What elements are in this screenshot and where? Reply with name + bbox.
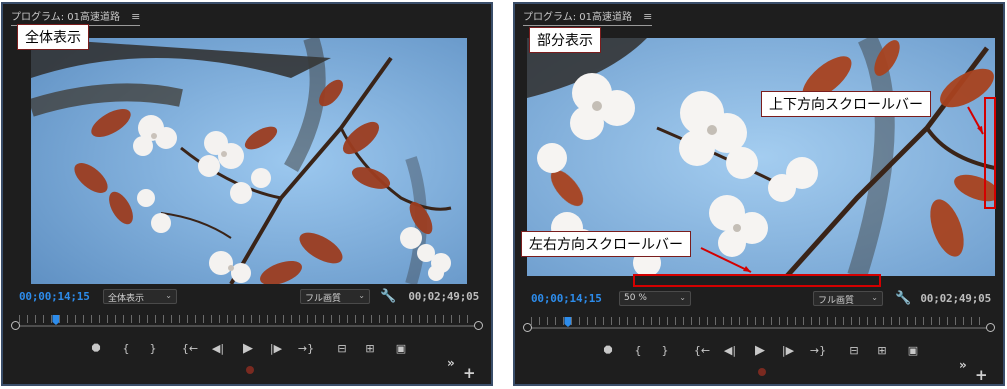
playhead-timecode[interactable]: 00;00;14;15	[19, 290, 90, 303]
extract-button[interactable]: ⊞	[361, 340, 379, 358]
mark-out-button[interactable]: }	[656, 342, 674, 360]
panel-header[interactable]: プログラム: 01高速道路 ≡	[11, 8, 141, 26]
record-dot-icon	[758, 368, 766, 376]
chevron-down-icon: ⌄	[358, 291, 365, 300]
ruler-ticks	[531, 317, 987, 325]
playback-resolution-dropdown[interactable]: フル画質 ⌄	[813, 291, 883, 306]
monitor-controls-row: 00;00;14;15 全体表示 ⌄ フル画質 ⌄ 🔧 00;02;49;05	[3, 287, 491, 307]
more-controls-button[interactable]: »	[447, 356, 455, 370]
step-back-button[interactable]: ◀|	[209, 340, 227, 358]
ruler-ticks	[19, 315, 475, 323]
ruler-track	[531, 327, 987, 329]
button-editor-button[interactable]: +	[463, 364, 476, 382]
zoom-level-dropdown[interactable]: 全体表示 ⌄	[103, 289, 177, 304]
transport-controls: ⯃ { } {← ◀| ▶ |▶ →} ⊟ ⊞ ▣	[3, 340, 491, 358]
time-ruler[interactable]	[523, 317, 995, 335]
add-marker-button[interactable]: ⯃	[87, 340, 105, 358]
go-to-in-button[interactable]: {←	[181, 340, 199, 358]
vertical-scrollbar-highlight[interactable]	[984, 97, 996, 209]
duration-timecode: 00;02;49;05	[408, 290, 479, 303]
vertical-scrollbar-label: 上下方向スクロールバー	[761, 91, 931, 117]
play-button[interactable]: ▶	[751, 342, 769, 360]
wrench-icon[interactable]: 🔧	[380, 289, 396, 304]
mark-out-button[interactable]: }	[144, 340, 162, 358]
go-to-in-button[interactable]: {←	[693, 342, 711, 360]
monitor-controls-row: 00;00;14;15 50 % ⌄ フル画質 ⌄ 🔧 00;02;49;05	[515, 289, 1003, 309]
lift-button[interactable]: ⊟	[333, 340, 351, 358]
chevron-down-icon: ⌄	[165, 291, 172, 300]
duration-timecode: 00;02;49;05	[920, 292, 991, 305]
panel-header[interactable]: プログラム: 01高速道路 ≡	[523, 8, 653, 26]
playhead-marker[interactable]	[564, 317, 572, 327]
export-frame-button[interactable]: ▣	[904, 342, 922, 360]
panel-menu-icon[interactable]: ≡	[643, 10, 652, 23]
zoom-level-value: 50 %	[624, 293, 647, 303]
zoom-handle-right[interactable]	[986, 323, 995, 332]
export-frame-button[interactable]: ▣	[392, 340, 410, 358]
cherry-blossom-image	[31, 38, 467, 284]
playback-resolution-value: フル画質	[305, 294, 342, 304]
zoom-level-value: 全体表示	[108, 294, 145, 304]
program-monitor-full-view: プログラム: 01高速道路 ≡ 全体表示 00;00;14;15 全体表示 ⌄ …	[1, 2, 493, 386]
program-monitor-zoomed-view: プログラム: 01高速道路 ≡ 部分表示 上下方向スクロールバー 左右方向スクロ…	[513, 2, 1005, 386]
zoom-level-dropdown[interactable]: 50 % ⌄	[619, 291, 691, 306]
lift-button[interactable]: ⊟	[845, 342, 863, 360]
panel-menu-icon[interactable]: ≡	[131, 10, 140, 23]
panel-title[interactable]: プログラム: 01高速道路	[11, 12, 120, 23]
mark-in-button[interactable]: {	[629, 342, 647, 360]
step-forward-button[interactable]: |▶	[267, 340, 285, 358]
add-marker-button[interactable]: ⯃	[599, 342, 617, 360]
extract-button[interactable]: ⊞	[873, 342, 891, 360]
zoom-handle-left[interactable]	[11, 321, 20, 330]
playback-resolution-dropdown[interactable]: フル画質 ⌄	[300, 289, 370, 304]
go-to-out-button[interactable]: →}	[809, 342, 827, 360]
panel-title[interactable]: プログラム: 01高速道路	[523, 12, 632, 23]
step-forward-button[interactable]: |▶	[779, 342, 797, 360]
chevron-down-icon: ⌄	[871, 293, 878, 302]
title-underline	[523, 25, 653, 26]
full-view-label: 全体表示	[17, 24, 89, 50]
horizontal-scrollbar-highlight[interactable]	[633, 274, 881, 287]
partial-view-label: 部分表示	[529, 27, 601, 53]
ruler-track	[19, 325, 475, 327]
zoom-handle-left[interactable]	[523, 323, 532, 332]
video-frame[interactable]	[31, 38, 467, 284]
more-controls-button[interactable]: »	[959, 358, 967, 372]
playhead-timecode[interactable]: 00;00;14;15	[531, 292, 602, 305]
horizontal-scrollbar-label: 左右方向スクロールバー	[521, 231, 691, 257]
transport-controls: ⯃ { } {← ◀| ▶ |▶ →} ⊟ ⊞ ▣	[515, 342, 1003, 360]
playhead-marker[interactable]	[52, 315, 60, 325]
chevron-down-icon: ⌄	[679, 293, 686, 302]
record-dot-icon	[246, 366, 254, 374]
play-button[interactable]: ▶	[239, 340, 257, 358]
zoom-handle-right[interactable]	[474, 321, 483, 330]
time-ruler[interactable]	[11, 315, 483, 333]
step-back-button[interactable]: ◀|	[721, 342, 739, 360]
mark-in-button[interactable]: {	[117, 340, 135, 358]
go-to-out-button[interactable]: →}	[297, 340, 315, 358]
wrench-icon[interactable]: 🔧	[895, 291, 911, 306]
playback-resolution-value: フル画質	[818, 296, 855, 306]
button-editor-button[interactable]: +	[975, 366, 988, 384]
